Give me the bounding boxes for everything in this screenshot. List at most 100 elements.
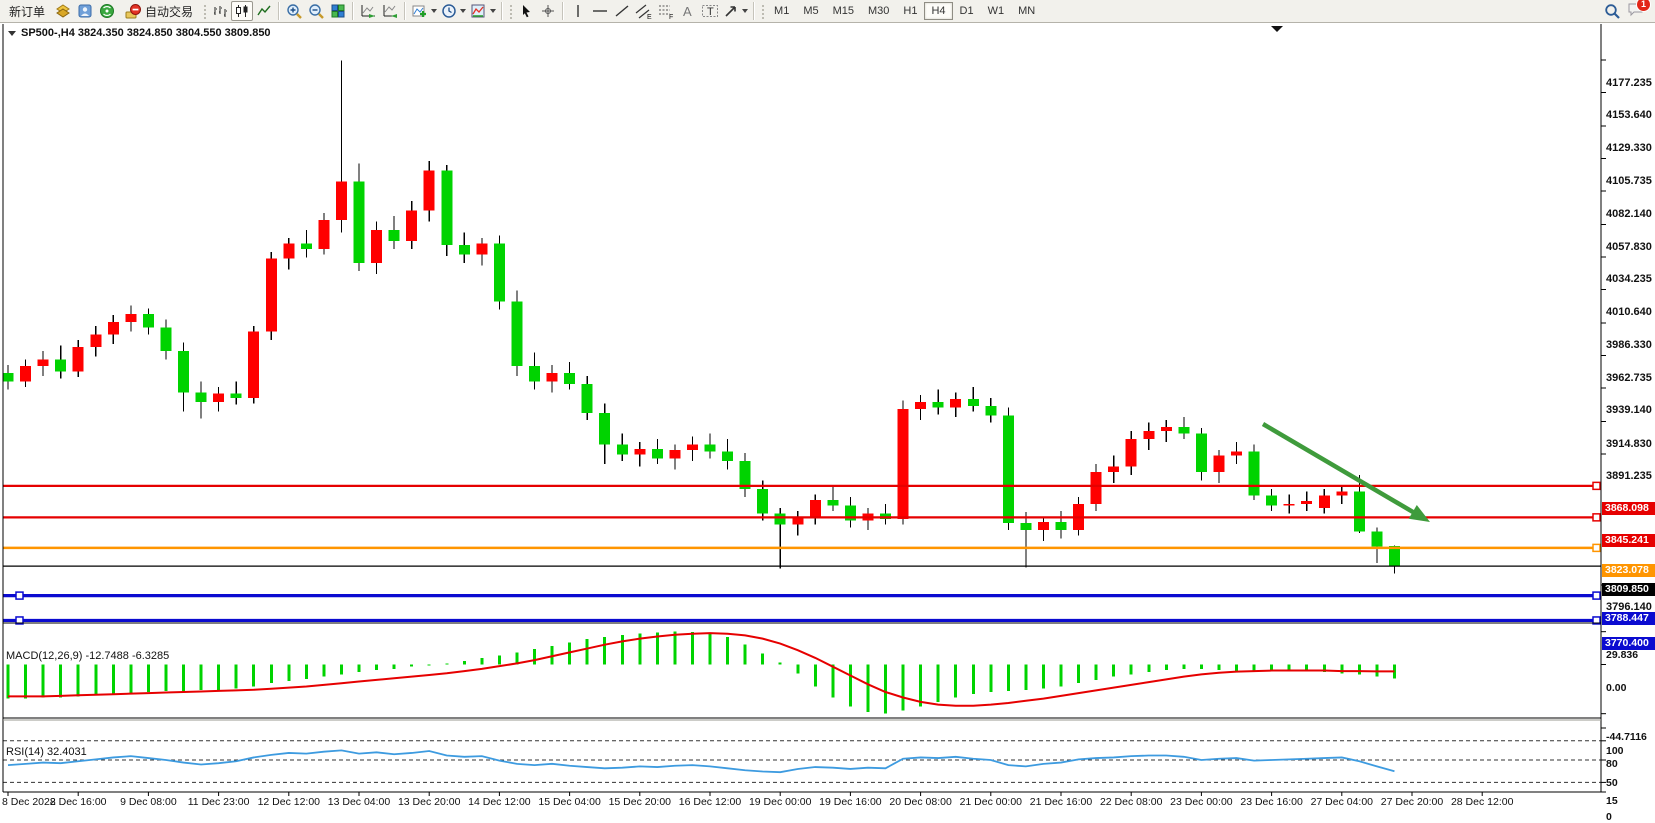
candle-body: [582, 384, 593, 413]
candle-body: [740, 461, 751, 489]
candle-body: [494, 244, 505, 302]
zoom-in-button[interactable]: [283, 1, 305, 21]
toolbar-grip: [508, 3, 513, 19]
candle-body: [90, 334, 101, 346]
candle-body: [213, 394, 224, 402]
horizontal-line-button[interactable]: [589, 1, 611, 21]
line-handle[interactable]: [1593, 544, 1600, 551]
candle-body: [915, 402, 926, 409]
timeframe-button-m5[interactable]: M5: [796, 2, 825, 20]
periods-button[interactable]: [439, 1, 468, 21]
market-watch-button[interactable]: [52, 1, 74, 21]
candle-body: [1108, 467, 1119, 473]
signals-button[interactable]: [96, 1, 118, 21]
trendline-button[interactable]: [611, 1, 633, 21]
indicators-button[interactable]: [409, 1, 439, 21]
time-axis-label: 13 Dec 04:00: [328, 796, 390, 808]
candle-body: [1301, 501, 1312, 504]
candle-body: [178, 351, 189, 392]
notifications-button[interactable]: 1: [1627, 1, 1645, 22]
toolbar-separator: [404, 2, 406, 20]
time-axis-label: 8 Dec 16:00: [50, 796, 107, 808]
text-label-button[interactable]: T: [699, 1, 721, 21]
candle-body: [1266, 496, 1277, 506]
line-handle[interactable]: [1593, 592, 1600, 599]
auto-scroll-button[interactable]: [357, 1, 379, 21]
zoom-out-button[interactable]: [305, 1, 327, 21]
timeframe-button-m1[interactable]: M1: [767, 2, 796, 20]
time-axis-label: 15 Dec 20:00: [609, 796, 671, 808]
line-handle[interactable]: [16, 592, 23, 599]
price-chart-canvas[interactable]: [0, 23, 1655, 823]
text-button[interactable]: A: [677, 1, 699, 21]
tile-windows-button[interactable]: [327, 1, 349, 21]
line-handle[interactable]: [1593, 514, 1600, 521]
arrows-button[interactable]: [721, 1, 750, 21]
chart-shift-marker[interactable]: [1271, 26, 1283, 32]
candlestick-chart-button[interactable]: [231, 1, 253, 21]
auto-trading-icon: [125, 3, 141, 19]
candle-body: [424, 171, 435, 211]
time-axis-label: 23 Dec 00:00: [1170, 796, 1232, 808]
chart-shift-button[interactable]: [379, 1, 401, 21]
timeframe-button-h1[interactable]: H1: [896, 2, 924, 20]
search-icon[interactable]: [1604, 3, 1621, 20]
candle-body: [617, 445, 628, 455]
bar-chart-button[interactable]: [209, 1, 231, 21]
navigator-button[interactable]: [74, 1, 96, 21]
candles-group: [3, 60, 1400, 573]
time-axis-label: 20 Dec 08:00: [889, 796, 951, 808]
time-axis-label: 27 Dec 20:00: [1381, 796, 1443, 808]
candle-body: [55, 359, 66, 371]
line-chart-icon: [256, 3, 272, 19]
timeframe-button-m30[interactable]: M30: [861, 2, 896, 20]
line-handle[interactable]: [1593, 482, 1600, 489]
candle-body: [1056, 522, 1067, 530]
price-axis-tick-label: 4034.235: [1606, 273, 1652, 285]
trend-arrow-line[interactable]: [1263, 424, 1416, 514]
toolbar-separator: [278, 2, 280, 20]
timeframe-button-m15[interactable]: M15: [826, 2, 861, 20]
new-order-button[interactable]: 新订单: [2, 1, 52, 21]
timeframe-button-h4[interactable]: H4: [924, 2, 952, 20]
time-axis-label: 12 Dec 12:00: [258, 796, 320, 808]
template-chart-icon: [470, 3, 487, 19]
candle-body: [1161, 427, 1172, 431]
vertical-line-button[interactable]: [567, 1, 589, 21]
equidistant-channel-button[interactable]: E: [633, 1, 655, 21]
price-axis-tick-label: 3914.830: [1606, 438, 1652, 450]
cursor-button[interactable]: [515, 1, 537, 21]
auto-trading-button[interactable]: 自动交易: [118, 1, 200, 21]
candle-body: [3, 373, 14, 381]
candle-body: [1020, 523, 1031, 530]
candle-body: [108, 322, 119, 334]
candle-body: [775, 514, 786, 525]
channel-icon: E: [635, 3, 653, 20]
candle-body: [1143, 431, 1154, 439]
candle-body: [1003, 416, 1014, 523]
horizontal-line-icon: [591, 3, 609, 19]
svg-text:F: F: [669, 14, 673, 20]
line-chart-button[interactable]: [253, 1, 275, 21]
candle-body: [371, 230, 382, 263]
main-toolbar: 新订单 自动交易: [0, 0, 1655, 23]
candle-body: [160, 328, 171, 351]
timeframe-button-mn[interactable]: MN: [1011, 2, 1042, 20]
macd-indicator-label: MACD(12,26,9) -12.7488 -6.3285: [6, 650, 169, 662]
candle-body: [38, 359, 49, 366]
add-indicator-icon: [411, 3, 428, 19]
signal-radar-icon: [99, 3, 115, 19]
fibonacci-button[interactable]: F: [655, 1, 677, 21]
price-axis-tick-label: 4153.640: [1606, 109, 1652, 121]
candle-body: [757, 489, 768, 514]
timeframe-button-w1[interactable]: W1: [981, 2, 1012, 20]
candle-body: [1354, 492, 1365, 532]
timeframe-button-d1[interactable]: D1: [953, 2, 981, 20]
chevron-down-icon: [742, 9, 748, 13]
candle-body: [564, 373, 575, 384]
candle-body: [389, 230, 400, 241]
templates-button[interactable]: [468, 1, 498, 21]
trend-arrow-head[interactable]: [1409, 505, 1430, 522]
crosshair-button[interactable]: [537, 1, 559, 21]
toolbar-separator: [753, 2, 755, 20]
